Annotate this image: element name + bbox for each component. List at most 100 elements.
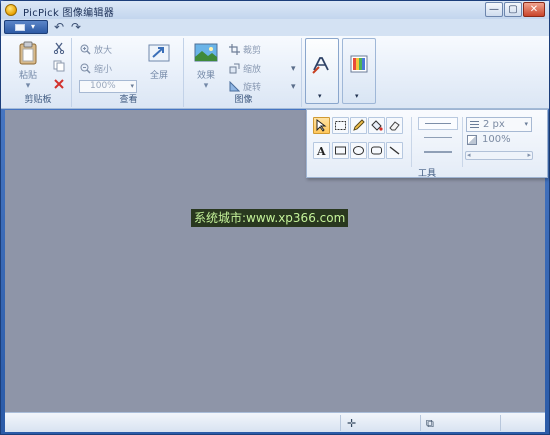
- redo-button[interactable]: ↷: [71, 20, 81, 34]
- eraser-tool[interactable]: [386, 117, 403, 134]
- clipboard-icon: [15, 40, 41, 66]
- chevron-down-icon: ▾: [355, 92, 359, 100]
- rectangle-select-tool[interactable]: [332, 117, 349, 134]
- opacity-readout: 100%: [467, 134, 511, 145]
- clipboard-group: 粘贴 ▾ 剪贴板: [5, 38, 72, 107]
- zoom-in-label: 放大: [94, 46, 113, 56]
- undo-button[interactable]: ↶: [54, 20, 64, 34]
- effects-dropdown-arrow[interactable]: ▾: [191, 81, 221, 91]
- rectangle-tool[interactable]: [332, 142, 349, 159]
- fullscreen-button[interactable]: 全屏: [144, 40, 174, 81]
- rounded-rectangle-icon: [371, 146, 382, 155]
- cut-icon[interactable]: [53, 42, 65, 57]
- rounded-rectangle-tool[interactable]: [368, 142, 385, 159]
- image-group: 效果 ▾ 裁剪 缩放 旋转 ▾ ▾ 图像: [186, 38, 302, 107]
- quick-access-bar: ▾ ↶ ↷: [1, 19, 549, 36]
- delete-icon[interactable]: [53, 78, 65, 93]
- tools-divider: [411, 117, 412, 167]
- copy-icon[interactable]: [53, 60, 65, 75]
- zoom-in-button[interactable]: 放大: [80, 43, 112, 56]
- rectangle-icon: [335, 146, 346, 155]
- color-palette-icon: [348, 53, 370, 75]
- zoom-out-label: 缩小: [94, 65, 113, 75]
- effects-button[interactable]: 效果 ▾: [191, 40, 221, 91]
- minimize-button[interactable]: —: [485, 2, 503, 17]
- text-tool-icon: [311, 53, 333, 75]
- ellipse-icon: [353, 146, 364, 155]
- line-style-solid-option[interactable]: [418, 117, 458, 130]
- image-size-icon: ⧉: [426, 417, 434, 430]
- pointer-icon: [316, 119, 327, 132]
- fullscreen-icon: [146, 40, 172, 66]
- line-width-value: 2 px: [483, 119, 505, 130]
- resize-icon: [229, 63, 240, 74]
- paste-button[interactable]: 粘贴 ▾: [13, 40, 43, 91]
- paste-label: 粘贴: [18, 71, 37, 81]
- chevron-down-icon: ▾: [524, 120, 528, 128]
- chevron-down-icon: ▾: [130, 82, 134, 90]
- zoom-in-icon: [80, 44, 91, 55]
- effects-label: 效果: [196, 71, 215, 81]
- marquee-icon: [335, 121, 346, 130]
- color-dropdown-button[interactable]: ▾: [342, 38, 376, 104]
- status-divider: [420, 415, 421, 431]
- line-tool[interactable]: [386, 142, 403, 159]
- chevron-down-icon: ▾: [31, 22, 36, 31]
- opacity-value: 100%: [482, 134, 511, 145]
- line-style-thin-option[interactable]: [424, 137, 452, 138]
- status-divider: [340, 415, 341, 431]
- slider-right-arrow[interactable]: ▸: [527, 151, 531, 159]
- tools-popup-label: 工具: [417, 169, 436, 179]
- window-controls: — ▢ ✕: [485, 2, 545, 17]
- view-group-label: 查看: [119, 95, 138, 105]
- maximize-button[interactable]: ▢: [504, 2, 522, 17]
- app-window: PicPick 图像编辑器 — ▢ ✕ ▾ ↶ ↷ 粘贴 ▾ 剪贴板 放大 缩小…: [0, 0, 550, 435]
- pencil-icon: [353, 119, 365, 131]
- rotate-icon: [229, 80, 241, 92]
- paste-dropdown-arrow[interactable]: ▾: [13, 81, 43, 91]
- status-bar: ✛ ⧉: [5, 412, 545, 432]
- line-icon: [389, 146, 400, 155]
- close-button[interactable]: ✕: [523, 2, 545, 17]
- opacity-slider[interactable]: ◂ ▸: [465, 151, 533, 160]
- application-menu-button[interactable]: ▾: [4, 20, 48, 34]
- ribbon: 粘贴 ▾ 剪贴板 放大 缩小 100% ▾ 全屏 查看 效果 ▾ 裁剪 缩放 旋…: [1, 36, 549, 109]
- crop-icon: [229, 44, 240, 55]
- fill-tool[interactable]: [368, 117, 385, 134]
- crop-button[interactable]: 裁剪: [229, 43, 261, 56]
- image-group-label: 图像: [234, 95, 253, 105]
- image-rotate-arrow[interactable]: ▾: [291, 82, 296, 92]
- text-a-icon: A: [316, 145, 326, 157]
- text-tool[interactable]: A: [313, 142, 330, 159]
- watermark-text: 系统城市:www.xp366.com: [191, 209, 349, 227]
- resize-label: 缩放: [243, 65, 262, 75]
- resize-button[interactable]: 缩放: [229, 62, 261, 75]
- status-divider: [500, 415, 501, 431]
- move-cursor-icon: ✛: [347, 417, 357, 430]
- tools-divider: [462, 117, 463, 167]
- picpick-app-icon: [5, 4, 17, 16]
- zoom-out-button[interactable]: 缩小: [80, 62, 112, 75]
- eraser-icon: [389, 121, 400, 131]
- line-width-icon: [470, 121, 479, 128]
- tools-dropdown-button[interactable]: ▾: [305, 38, 339, 104]
- line-style-thick-option[interactable]: [424, 151, 452, 153]
- line-width-select[interactable]: 2 px ▾: [466, 117, 532, 132]
- window-title: PicPick 图像编辑器: [23, 8, 115, 19]
- view-group: 放大 缩小 100% ▾ 全屏 查看: [74, 38, 184, 107]
- fullscreen-label: 全屏: [149, 71, 168, 81]
- chevron-down-icon: ▾: [318, 92, 322, 100]
- pencil-tool[interactable]: [350, 117, 367, 134]
- zoom-level-value: 100%: [90, 81, 116, 91]
- clipboard-group-label: 剪贴板: [24, 95, 52, 105]
- svg-text:A: A: [316, 145, 326, 157]
- paint-bucket-icon: [371, 120, 383, 131]
- title-bar: PicPick 图像编辑器 — ▢ ✕: [1, 1, 549, 19]
- ellipse-tool[interactable]: [350, 142, 367, 159]
- select-pointer-tool[interactable]: [313, 117, 330, 134]
- slider-left-arrow[interactable]: ◂: [467, 151, 471, 159]
- document-icon: [15, 24, 25, 31]
- image-options-arrow[interactable]: ▾: [291, 64, 296, 74]
- zoom-out-icon: [80, 63, 91, 74]
- opacity-icon: [467, 135, 477, 145]
